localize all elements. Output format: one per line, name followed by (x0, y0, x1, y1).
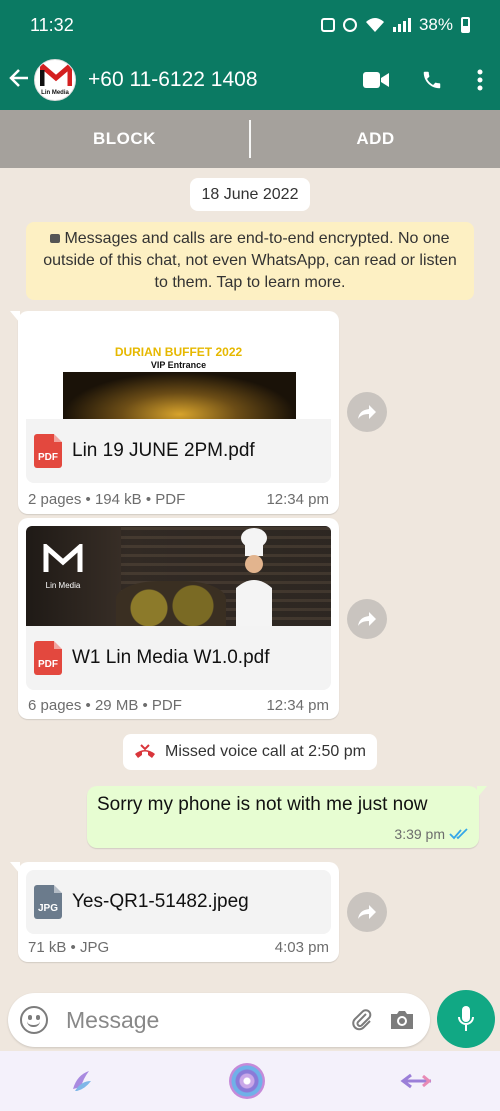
message-input[interactable]: Message (66, 1007, 342, 1034)
durian-image (116, 581, 226, 626)
contact-title[interactable]: +60 11-6122 1408 (88, 68, 348, 92)
message-time: 3:39 pm (394, 826, 445, 842)
message-status: 3:39 pm (394, 826, 469, 842)
emoji-icon[interactable] (20, 1006, 48, 1034)
battery-icon (461, 17, 470, 33)
add-contact-button[interactable]: ADD (251, 129, 500, 149)
file-type-label: PDF (38, 452, 58, 463)
message-input-container[interactable]: Message (8, 993, 430, 1047)
battery-percent: 38% (418, 15, 453, 34)
avatar-label: Lin Media (41, 90, 69, 96)
wifi-icon (365, 18, 384, 32)
missed-call-text: Missed voice call at 2:50 pm (165, 743, 366, 760)
video-call-icon[interactable] (348, 50, 404, 110)
document-row[interactable]: PDF W1 Lin Media W1.0.pdf (26, 626, 331, 690)
file-type-label: JPG (37, 903, 58, 914)
jpg-file-icon: JPG (34, 885, 62, 919)
chat-area[interactable]: 18 June 2022 Messages and calls are end-… (0, 168, 500, 990)
preview-subtitle: VIP Entrance (150, 360, 207, 370)
unknown-contact-actions: BLOCK ADD (0, 110, 500, 168)
file-meta: 71 kB • JPG (28, 939, 110, 956)
pdf-file-icon: PDF (34, 641, 62, 675)
forward-icon[interactable] (347, 392, 387, 432)
document-message[interactable]: Lin Media PDF W1 Lin Media W1.0.pdf 6 pa… (18, 518, 339, 719)
lock-icon (50, 234, 61, 243)
encryption-notice-text: Messages and calls are end-to-end encryp… (43, 230, 457, 291)
document-row[interactable]: JPG Yes-QR1-51482.jpeg (26, 870, 331, 934)
back-arrow-icon[interactable] (0, 67, 32, 93)
composer: Message (0, 990, 500, 1050)
back-nav-icon[interactable] (399, 1073, 433, 1089)
status-icons: 38% (320, 15, 470, 35)
forward-icon[interactable] (347, 892, 387, 932)
missed-call-icon (135, 744, 155, 758)
mic-icon (458, 1006, 474, 1031)
document-message[interactable]: DURIAN BUFFET 2022 VIP Entrance PDF Lin … (10, 311, 339, 514)
document-message[interactable]: JPG Yes-QR1-51482.jpeg 71 kB • JPG 4:03 … (10, 862, 339, 962)
file-meta: 6 pages • 29 MB • PDF (28, 697, 182, 714)
feather-icon[interactable] (67, 1067, 95, 1095)
document-preview: DURIAN BUFFET 2022 VIP Entrance (26, 319, 331, 419)
message-time: 12:34 pm (266, 697, 329, 714)
file-meta: 2 pages • 194 kB • PDF (28, 491, 186, 508)
divider (249, 120, 251, 158)
signal-icon (392, 18, 411, 32)
avatar[interactable]: Lin Media (34, 59, 76, 101)
preview-title: DURIAN BUFFET 2022 (114, 345, 243, 359)
mic-button[interactable] (437, 990, 495, 1048)
chef-image (236, 528, 272, 626)
missed-call-notice[interactable]: Missed voice call at 2:50 pm (123, 734, 377, 770)
voice-call-icon[interactable] (404, 50, 460, 110)
block-button[interactable]: BLOCK (0, 129, 249, 149)
more-vert-icon[interactable] (460, 50, 500, 110)
notification-icon (320, 18, 335, 32)
camera-icon[interactable] (382, 993, 422, 1047)
file-type-label: PDF (38, 659, 58, 670)
status-bar: 11:32 38% (0, 0, 500, 50)
document-row[interactable]: PDF Lin 19 JUNE 2PM.pdf (26, 419, 331, 483)
preview-image: Lin Media (26, 526, 331, 626)
file-name: Lin 19 JUNE 2PM.pdf (72, 440, 255, 461)
message-time: 4:03 pm (274, 939, 329, 956)
status-time: 11:32 (30, 14, 74, 35)
pdf-file-icon: PDF (34, 434, 62, 468)
file-name: Yes-QR1-51482.jpeg (72, 891, 249, 912)
encryption-notice[interactable]: Messages and calls are end-to-end encryp… (26, 222, 474, 300)
forward-icon[interactable] (347, 599, 387, 639)
attach-icon[interactable] (342, 993, 382, 1047)
system-nav-bar (0, 1051, 500, 1111)
message-time: 12:34 pm (266, 491, 329, 508)
chat-header: Lin Media +60 11-6122 1408 (0, 50, 500, 110)
preview-image (63, 372, 296, 419)
alarm-icon (342, 18, 357, 32)
lin-media-logo: Lin Media (40, 541, 86, 590)
document-preview: Lin Media (26, 526, 331, 626)
outgoing-message[interactable]: Sorry my phone is not with me just now 3… (87, 786, 487, 848)
assistant-orb-icon[interactable] (229, 1063, 265, 1099)
message-text: Sorry my phone is not with me just now (97, 794, 428, 815)
file-name: W1 Lin Media W1.0.pdf (72, 647, 270, 668)
date-chip: 18 June 2022 (190, 178, 310, 211)
read-receipt-icon (449, 828, 468, 840)
logo-text: Lin Media (45, 581, 81, 590)
